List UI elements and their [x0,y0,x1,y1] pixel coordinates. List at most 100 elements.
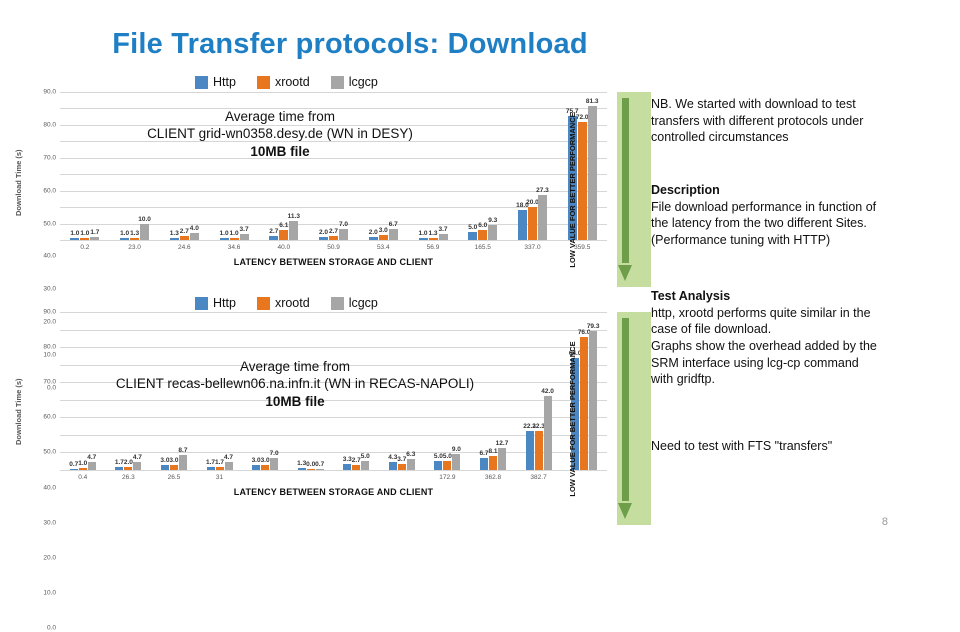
bar-fill [443,461,452,470]
bar-fill [497,447,506,470]
bar-fill [229,238,239,240]
bar-group: 4.3 3.7 6.3 [379,312,425,470]
bar-value-label: 5.0 [360,453,370,461]
bar-lcgcp: 10.0 [138,92,151,240]
bar-fill [178,454,187,470]
bar-fill [580,336,589,470]
bar-fill [388,228,398,240]
x-axis-tick-label [379,474,425,481]
y-axis-title: Download Time (s) [14,378,23,445]
chart-legend-top: Http xrootd lcgcp [195,75,392,89]
bar-group: 5.0 6.0 9.3 [458,92,508,240]
bar-xrootd: 76.0 [578,312,590,470]
bar-fill [289,221,299,240]
bar-http: 3.0 [252,312,261,470]
legend-item-http: Http [195,75,236,89]
bar-fill [297,467,306,470]
legend-item-xrootd: xrootd [256,75,310,89]
bar-value-label: 6.3 [406,450,416,458]
bar-value-label: 1.0 [120,230,130,238]
bar-value-label: 5.0 [468,223,478,231]
note-line: File download performance in function of [651,199,877,214]
x-axis: 0.4 26.3 26.5 31 172.9 362.8 382.7 [60,474,607,481]
bar-xrootd: 3.7 [397,312,406,470]
bar-http: 1.3 [170,92,179,240]
bar-xrootd: 3.0 [379,92,388,240]
bar-fill [368,236,378,240]
bar-http: 1.0 [70,92,79,240]
bar-fill [525,430,534,470]
bar-http: 1.0 [120,92,129,240]
bar-lcgcp: 81.3 [585,92,599,240]
bar-lcgcp: 79.3 [587,312,599,470]
bar-fill [70,238,80,240]
note-footer: Need to test with FTS "transfers" [651,438,946,455]
bar-fill [169,464,178,470]
gridline: 0.0 [47,470,607,632]
bar-lcgcp: 1.7 [90,92,99,240]
x-axis-tick-label: 172.9 [439,474,456,481]
bar-fill [418,238,428,240]
x-axis-tick-label: 24.6 [178,244,191,251]
note-nb: NB. We started with download to test tran… [651,96,946,146]
bar-fill [488,224,498,240]
y-axis-tick-label: 40.0 [43,252,56,260]
x-axis-tick-label: 31 [215,474,224,481]
bar-fill [219,238,229,240]
note-line: (Performance tuning with HTTP) [651,232,831,247]
bar-value-label: 81.3 [585,98,599,106]
arrow-head-icon [618,265,632,281]
bar-fill [343,464,352,470]
arrow-shaft [622,98,629,263]
bar-xrootd: 2.7 [329,92,338,240]
bar-group: 1.7 1.7 4.7 [197,312,243,470]
x-axis-tick-label: 50.9 [327,244,340,251]
bar-lcgcp: 6.7 [389,92,398,240]
bar-xrootd: 2.0 [124,312,133,470]
performance-arrow-bottom: LOW VALUE FOR BETTER PERFORMANCE [568,312,651,525]
legend-swatch-icon [256,296,270,310]
bar-fill [315,468,324,470]
bar-xrootd: 1.0 [80,92,89,240]
bar-value-label: 5.0 [433,453,443,461]
bar-value-label: 1.7 [114,459,124,467]
legend-item-label: lcgcp [348,75,378,89]
bar-fill [329,235,339,240]
bar-value-label: 4.7 [132,453,142,461]
bar-value-label: 7.0 [269,449,279,457]
x-axis-tick-label: 23.0 [128,244,141,251]
y-axis-tick-label: 50.0 [43,220,56,228]
bar-value-label: 4.7 [223,453,234,461]
bar-xrootd: 72.0 [576,92,589,240]
bar-lcgcp: 4.7 [132,312,142,470]
bar-lcgcp: 0.7 [315,312,325,470]
bar-value-label: 1.3 [297,459,307,467]
bar-value-label: 0.7 [315,460,325,468]
bar-fill [306,469,315,470]
legend-item-xrootd: xrootd [256,296,310,310]
bar-http: 18.0 [516,92,529,240]
bar-fill [160,464,169,470]
bar-fill [140,223,150,240]
bar-value-label: 2.0 [368,228,378,236]
bar-http: 5.0 [433,312,443,470]
bar-fill [224,461,233,470]
bar-fill [269,235,279,240]
bar-value-label: 1.0 [219,230,229,238]
bar-value-label: 1.0 [229,230,239,238]
bar-value-label: 8.1 [488,447,498,455]
arrow-head-icon [618,503,632,519]
bar-lcgcp: 9.0 [452,312,461,470]
note-line: NB. We started with download to test [651,97,856,111]
bar-fill [179,235,189,240]
bar-http: 1.3 [297,312,307,470]
y-axis-tick-label: 20.0 [43,554,56,562]
x-axis: 0.2 23.0 24.6 34.6 40.0 50.9 53.4 56.9 165.5 337.… [60,244,607,251]
bar-xrootd: 6.0 [478,92,487,240]
bar-value-label: 0.7 [69,460,79,468]
bar-value-label: 1.0 [70,230,80,238]
bar-fill [452,454,461,470]
bar-value-label: 2.7 [329,227,339,235]
bar-fill [527,207,537,240]
note-line: http, xrootd performs quite similar in t… [651,305,871,320]
